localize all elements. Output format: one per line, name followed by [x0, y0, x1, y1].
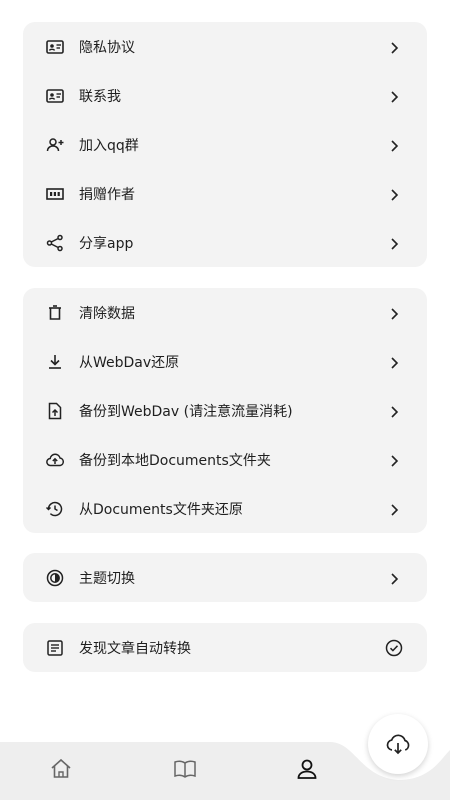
cloud-upload-icon [45, 450, 65, 470]
theme-switch-row[interactable]: 主题切换 [23, 553, 427, 602]
tab-bookshelf[interactable] [170, 754, 200, 784]
download-icon [45, 352, 65, 372]
file-upload-icon [45, 401, 65, 421]
chevron-right-icon [389, 453, 399, 467]
chevron-right-icon [389, 187, 399, 201]
contact-me-label: 联系我 [79, 88, 121, 105]
chevron-right-icon [389, 355, 399, 369]
backup-local-documents-row[interactable]: 备份到本地Documents文件夹 [23, 435, 427, 484]
book-icon [172, 756, 198, 782]
clear-data-row[interactable]: 清除数据 [23, 288, 427, 337]
chevron-right-icon [389, 138, 399, 152]
backup-webdav-label: 备份到WebDav (请注意流量消耗) [79, 403, 293, 420]
add-group-icon [45, 135, 65, 155]
share-app-label: 分享app [79, 235, 134, 252]
settings-group-about: 隐私协议 联系我 加入qq群 捐赠作者 分享app [23, 22, 427, 267]
chevron-right-icon [389, 306, 399, 320]
chevron-right-icon [389, 40, 399, 54]
restore-webdav-row[interactable]: 从WebDav还原 [23, 337, 427, 386]
chevron-right-icon [389, 236, 399, 250]
privacy-policy-label: 隐私协议 [79, 39, 135, 56]
share-app-row[interactable]: 分享app [23, 218, 427, 267]
check-circle-icon[interactable] [385, 639, 403, 657]
theme-icon [45, 568, 65, 588]
restore-documents-row[interactable]: 从Documents文件夹还原 [23, 484, 427, 533]
donate-icon [45, 184, 65, 204]
id-card-icon [45, 37, 65, 57]
settings-group-data: 清除数据 从WebDav还原 备份到WebDav (请注意流量消耗) 备份到本地… [23, 288, 427, 533]
trash-icon [45, 303, 65, 323]
restore-icon [45, 499, 65, 519]
privacy-policy-row[interactable]: 隐私协议 [23, 22, 427, 71]
auto-convert-article-row[interactable]: 发现文章自动转换 [23, 623, 427, 672]
clear-data-label: 清除数据 [79, 305, 135, 322]
backup-local-documents-label: 备份到本地Documents文件夹 [79, 452, 271, 469]
auto-convert-article-label: 发现文章自动转换 [79, 640, 191, 657]
share-icon [45, 233, 65, 253]
article-icon [45, 638, 65, 658]
id-card-icon [45, 86, 65, 106]
cloud-download-button[interactable] [368, 714, 428, 774]
theme-switch-label: 主题切换 [79, 570, 135, 587]
donate-author-label: 捐赠作者 [79, 186, 135, 203]
backup-webdav-row[interactable]: 备份到WebDav (请注意流量消耗) [23, 386, 427, 435]
chevron-right-icon [389, 502, 399, 516]
chevron-right-icon [389, 89, 399, 103]
restore-webdav-label: 从WebDav还原 [79, 354, 180, 371]
restore-documents-label: 从Documents文件夹还原 [79, 501, 243, 518]
contact-me-row[interactable]: 联系我 [23, 71, 427, 120]
settings-group-discover: 发现文章自动转换 [23, 623, 427, 672]
chevron-right-icon [389, 571, 399, 585]
join-qq-group-label: 加入qq群 [79, 137, 139, 154]
chevron-right-icon [389, 404, 399, 418]
tab-profile[interactable] [292, 754, 322, 784]
tab-home[interactable] [46, 754, 76, 784]
join-qq-group-row[interactable]: 加入qq群 [23, 120, 427, 169]
home-icon [48, 756, 74, 782]
settings-group-theme: 主题切换 [23, 553, 427, 602]
cloud-download-icon [384, 730, 412, 758]
donate-author-row[interactable]: 捐赠作者 [23, 169, 427, 218]
profile-icon [294, 756, 320, 782]
